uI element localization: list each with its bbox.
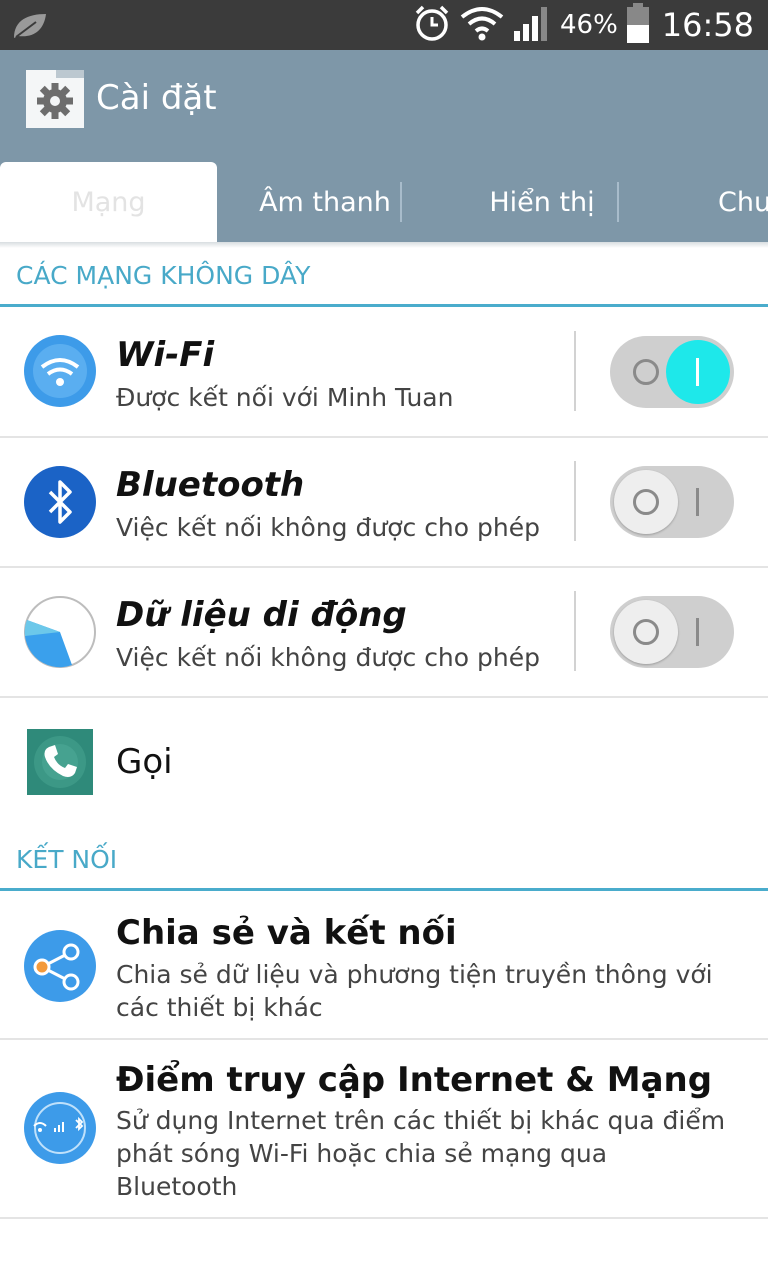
page-title: Cài đặt	[96, 78, 217, 118]
list-item-title: Điểm truy cập Internet & Mạng	[116, 1060, 713, 1100]
signal-icon	[512, 5, 552, 45]
toggle-on-mark	[696, 488, 699, 516]
list-item-mobile-data[interactable]: Dữ liệu di động Việc kết nối không được …	[0, 568, 768, 698]
hotspot-icon	[24, 1092, 96, 1164]
vertical-divider	[574, 461, 576, 541]
wifi-toggle[interactable]	[610, 336, 734, 408]
toggle-on-mark	[696, 618, 699, 646]
toggle-off-mark	[633, 619, 659, 645]
tab-separator	[400, 182, 402, 222]
tab-bar: Mạng Âm thanh Hiển thị Chu	[0, 162, 768, 242]
section-header-label: CÁC MẠNG KHÔNG DÂY	[16, 261, 311, 290]
tab-network[interactable]: Mạng	[0, 162, 217, 242]
app-bar: Cài đặt	[0, 50, 768, 162]
tab-general[interactable]: Chu	[652, 162, 768, 242]
tab-separator	[617, 182, 619, 222]
phone-icon	[27, 729, 93, 795]
wifi-icon	[24, 335, 96, 407]
toggle-off-mark	[633, 359, 659, 385]
list-item-wifi[interactable]: Wi-Fi Được kết nối với Minh Tuan	[0, 307, 768, 438]
mobile-data-pie-icon	[24, 596, 96, 668]
list-item-share-connect[interactable]: Chia sẻ và kết nối Chia sẻ dữ liệu và ph…	[0, 891, 768, 1040]
list-item-subtitle: Chia sẻ dữ liệu và phương tiện truyền th…	[116, 960, 713, 1022]
battery-icon	[626, 3, 650, 47]
list-item-call[interactable]: Gọi	[0, 698, 768, 826]
toggle-on-mark	[696, 358, 699, 386]
clock: 16:58	[661, 6, 754, 44]
mobile-data-toggle[interactable]	[610, 596, 734, 668]
share-icon	[24, 930, 96, 1002]
section-header-label: KẾT NỐI	[16, 845, 118, 874]
vertical-divider	[574, 331, 576, 411]
list-item-title: Chia sẻ và kết nối	[116, 913, 457, 953]
section-header-connect: KẾT NỐI	[0, 829, 768, 891]
section-header-wireless: CÁC MẠNG KHÔNG DÂY	[0, 244, 768, 307]
bluetooth-toggle[interactable]	[610, 466, 734, 538]
list-item-subtitle: Sử dụng Internet trên các thiết bị khác …	[116, 1106, 726, 1201]
list-item-title: Dữ liệu di động	[116, 595, 407, 635]
wifi-icon	[460, 5, 504, 45]
bluetooth-icon	[24, 466, 96, 538]
battery-percent: 46%	[559, 10, 618, 40]
settings-gear-icon[interactable]	[26, 70, 84, 128]
toggle-off-mark	[633, 489, 659, 515]
status-bar: 46% 16:58	[0, 0, 768, 50]
list-item-hotspot[interactable]: Điểm truy cập Internet & Mạng Sử dụng In…	[0, 1040, 768, 1219]
list-item-bluetooth[interactable]: Bluetooth Việc kết nối không được cho ph…	[0, 438, 768, 568]
list-item-title: Bluetooth	[116, 465, 305, 505]
vertical-divider	[574, 591, 576, 671]
leaf-icon	[10, 10, 50, 42]
list-item-title: Wi-Fi	[116, 335, 215, 375]
list-item-title: Gọi	[116, 742, 173, 782]
alarm-icon	[412, 3, 452, 47]
